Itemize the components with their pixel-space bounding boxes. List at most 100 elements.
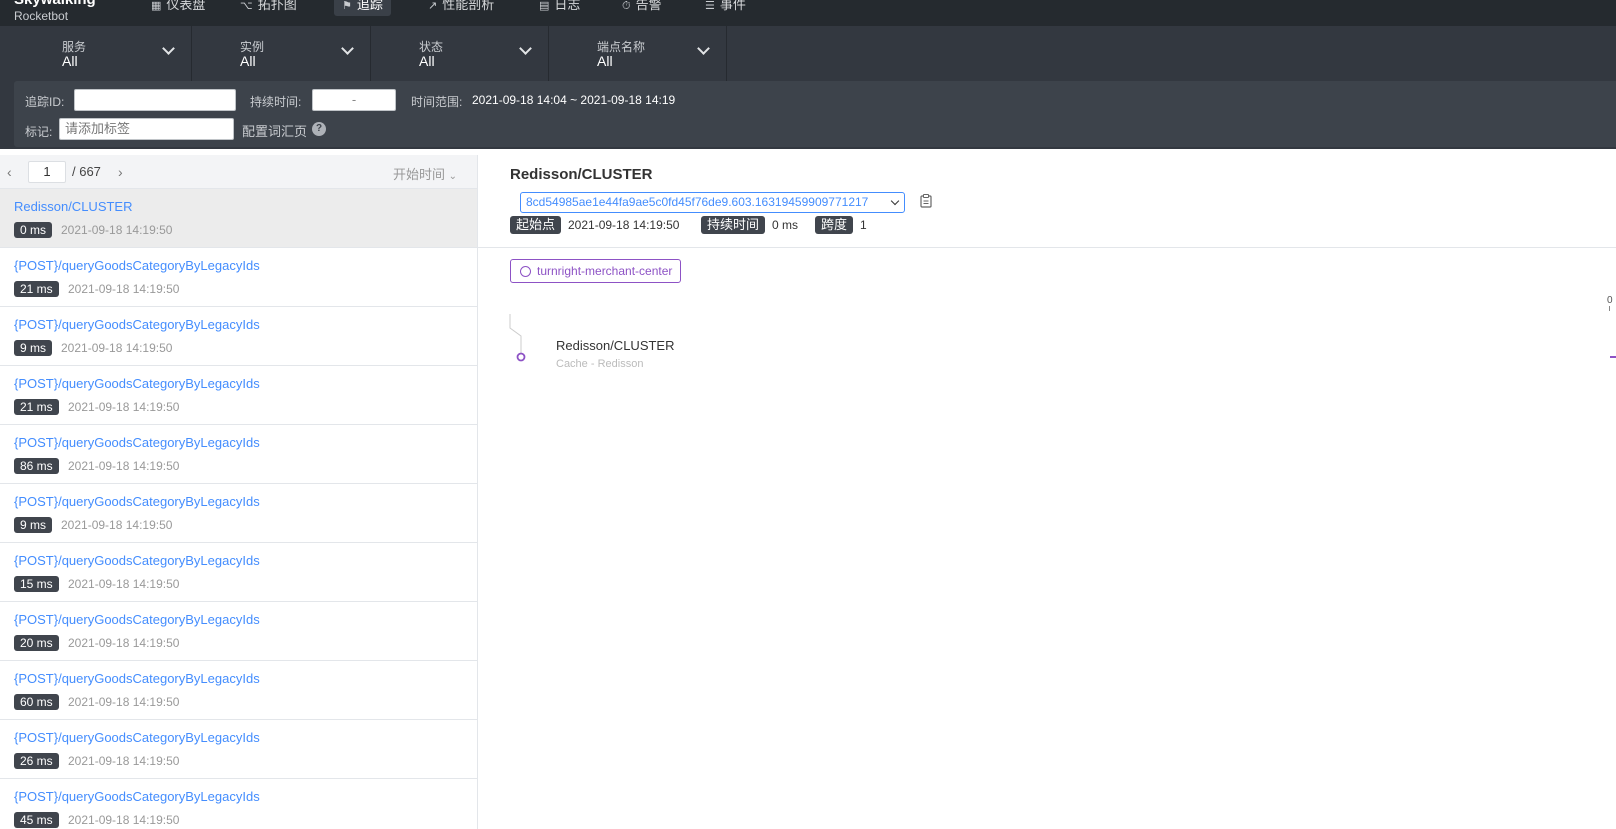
chevron-down-icon xyxy=(162,42,175,55)
top-nav: Skywalking Rocketbot ▦仪表盘 ⌥拓扑图 ⚑追踪 ↗性能剖析… xyxy=(0,0,1616,26)
log-icon: ▤ xyxy=(539,0,550,12)
selector-value: All xyxy=(62,53,78,69)
nav-profile[interactable]: ↗ 性能剖析 xyxy=(420,0,502,16)
help-icon[interactable]: ? xyxy=(312,122,326,136)
trace-start-time: 2021-09-18 14:19:50 xyxy=(61,223,173,237)
nav-log[interactable]: ▤ 日志 xyxy=(531,0,588,16)
trace-endpoint-name: {POST}/queryGoodsCategoryByLegacyIds xyxy=(14,789,260,804)
trace-list-item[interactable]: {POST}/queryGoodsCategoryByLegacyIds 9 ms… xyxy=(0,307,477,366)
trace-list-item[interactable]: {POST}/queryGoodsCategoryByLegacyIds 20 m… xyxy=(0,602,477,661)
trace-start-time: 2021-09-18 14:19:50 xyxy=(68,695,180,709)
trace-endpoint-name: {POST}/queryGoodsCategoryByLegacyIds xyxy=(14,376,260,391)
duration-badge: 86 ms xyxy=(14,458,59,474)
trace-endpoint-name: {POST}/queryGoodsCategoryByLegacyIds xyxy=(14,612,260,627)
event-icon: ☰ xyxy=(705,0,715,12)
pager: ‹ 1 / 667 › 开始时间 ⌄ xyxy=(0,155,477,189)
tags-input[interactable]: 请添加标签 xyxy=(59,118,234,140)
trace-endpoint-name: {POST}/queryGoodsCategoryByLegacyIds xyxy=(14,671,260,686)
trace-list-item[interactable]: {POST}/queryGoodsCategoryByLegacyIds 21 m… xyxy=(0,366,477,425)
trace-start-time: 2021-09-18 14:19:50 xyxy=(68,636,180,650)
trace-endpoint-name: Redisson/CLUSTER xyxy=(14,199,133,214)
clipboard-icon[interactable] xyxy=(920,194,932,208)
duration-badge: 0 ms xyxy=(14,222,53,238)
trace-list-item[interactable]: {POST}/queryGoodsCategoryByLegacyIds 60 m… xyxy=(0,661,477,720)
trace-start-time: 2021-09-18 14:19:50 xyxy=(68,813,180,827)
timeline-tick xyxy=(1609,306,1610,311)
duration-badge: 20 ms xyxy=(14,635,59,651)
trace-id-select[interactable]: 8cd54985ae1e44fa9ae5c0fd45f76de9.603.163… xyxy=(520,192,905,213)
duration-tag: 持续时间 xyxy=(701,216,766,234)
trace-endpoint-name: {POST}/queryGoodsCategoryByLegacyIds xyxy=(14,553,260,568)
trace-endpoint-name: {POST}/queryGoodsCategoryByLegacyIds xyxy=(14,317,260,332)
time-range-label: 时间范围: xyxy=(411,95,463,109)
instance-selector[interactable]: 实例 All xyxy=(192,26,371,81)
span-tree-connector xyxy=(509,314,526,362)
trace-start-time: 2021-09-18 14:19:50 xyxy=(68,400,180,414)
next-page-icon[interactable]: › xyxy=(118,164,123,180)
trace-endpoint-name: {POST}/queryGoodsCategoryByLegacyIds xyxy=(14,435,260,450)
topology-icon: ⌥ xyxy=(240,0,253,12)
trace-start-time: 2021-09-18 14:19:50 xyxy=(68,459,180,473)
page-input[interactable]: 1 xyxy=(28,161,66,183)
trace-endpoint-name: {POST}/queryGoodsCategoryByLegacyIds xyxy=(14,494,260,509)
trace-list-item[interactable]: Redisson/CLUSTER 0 ms 2021-09-18 14:19:50 xyxy=(0,189,477,248)
alarm-icon: ⏱ xyxy=(622,0,631,12)
duration-label: 持续时间: xyxy=(250,95,302,109)
endpoint-selector[interactable]: 端点名称 All xyxy=(549,26,727,81)
trace-id-label: 追踪ID: xyxy=(25,95,65,109)
span-duration-bar xyxy=(1610,356,1616,358)
trace-start-time: 2021-09-18 14:19:50 xyxy=(61,518,173,532)
nav-alarm[interactable]: ⏱ 告警 xyxy=(614,0,670,16)
divider xyxy=(478,247,1616,248)
duration-input[interactable]: - xyxy=(312,89,396,111)
trace-list-item[interactable]: {POST}/queryGoodsCategoryByLegacyIds 15 m… xyxy=(0,543,477,602)
trace-list-item[interactable]: {POST}/queryGoodsCategoryByLegacyIds 26 m… xyxy=(0,720,477,779)
brand-subtitle: Rocketbot xyxy=(14,9,69,23)
dashboard-icon: ▦ xyxy=(151,0,162,12)
trace-list-item[interactable]: {POST}/queryGoodsCategoryByLegacyIds 86 m… xyxy=(0,425,477,484)
span-tag: 跨度 xyxy=(815,216,854,234)
trace-start-time: 2021-09-18 14:19:50 xyxy=(61,341,173,355)
span-name[interactable]: Redisson/CLUSTER xyxy=(556,338,675,353)
trace-list-item[interactable]: {POST}/queryGoodsCategoryByLegacyIds 21 m… xyxy=(0,248,477,307)
timeline-axis-zero: 0 xyxy=(1607,295,1613,306)
filter-box: 追踪ID: 持续时间: - 时间范围: 2021-09-18 14:04 ~ 2… xyxy=(14,81,1616,147)
trace-id-input[interactable] xyxy=(74,89,236,111)
trace-list-item[interactable]: {POST}/queryGoodsCategoryByLegacyIds 9 ms… xyxy=(0,484,477,543)
profile-icon: ↗ xyxy=(428,0,438,12)
status-selector[interactable]: 状态 All xyxy=(371,26,549,81)
prev-page-icon[interactable]: ‹ xyxy=(7,164,12,180)
duration-badge: 21 ms xyxy=(14,399,59,415)
duration-badge: 15 ms xyxy=(14,576,59,592)
trace-start-time: 2021-09-18 14:19:50 xyxy=(68,754,180,768)
service-tag[interactable]: turnright-merchant-center xyxy=(510,259,682,283)
nav-trace[interactable]: ⚑ 追踪 xyxy=(334,0,391,16)
service-selector[interactable]: 服务 All xyxy=(0,26,192,81)
chevron-down-icon: ⌄ xyxy=(448,171,458,182)
brand[interactable]: Skywalking Rocketbot xyxy=(14,0,96,24)
trace-list-item[interactable]: {POST}/queryGoodsCategoryByLegacyIds 45 m… xyxy=(0,779,477,829)
nav-topology[interactable]: ⌥ 拓扑图 xyxy=(232,0,305,16)
duration-badge: 60 ms xyxy=(14,694,59,710)
span-count: 1 xyxy=(860,218,867,232)
vocabulary-link[interactable]: 配置词汇页 xyxy=(242,121,307,140)
trace-id-value: 8cd54985ae1e44fa9ae5c0fd45f76de9.603.163… xyxy=(526,195,869,209)
trace-start-time: 2021-09-18 14:19:50 xyxy=(68,577,180,591)
duration-badge: 21 ms xyxy=(14,281,59,297)
nav-dashboard[interactable]: ▦ 仪表盘 xyxy=(143,0,213,16)
page-total: / 667 xyxy=(72,164,101,179)
duration-badge: 9 ms xyxy=(14,517,53,533)
start-tag: 起始点 xyxy=(510,216,562,234)
sort-select[interactable]: 开始时间 ⌄ xyxy=(393,164,457,183)
duration-badge: 9 ms xyxy=(14,340,53,356)
time-range-value[interactable]: 2021-09-18 14:04 ~ 2021-09-18 14:19 xyxy=(472,93,675,107)
circle-icon xyxy=(520,266,531,277)
filter-panel: 追踪ID: 持续时间: - 时间范围: 2021-09-18 14:04 ~ 2… xyxy=(0,81,1616,149)
span-component: Cache - Redisson xyxy=(556,358,644,370)
trace-icon: ⚑ xyxy=(342,0,352,12)
chevron-down-icon xyxy=(341,42,354,55)
trace-title: Redisson/CLUSTER xyxy=(510,166,653,183)
nav-event[interactable]: ☰ 事件 xyxy=(697,0,754,16)
selector-value: All xyxy=(597,53,613,69)
selector-bar: 服务 All 实例 All 状态 All 端点名称 All xyxy=(0,26,1616,81)
